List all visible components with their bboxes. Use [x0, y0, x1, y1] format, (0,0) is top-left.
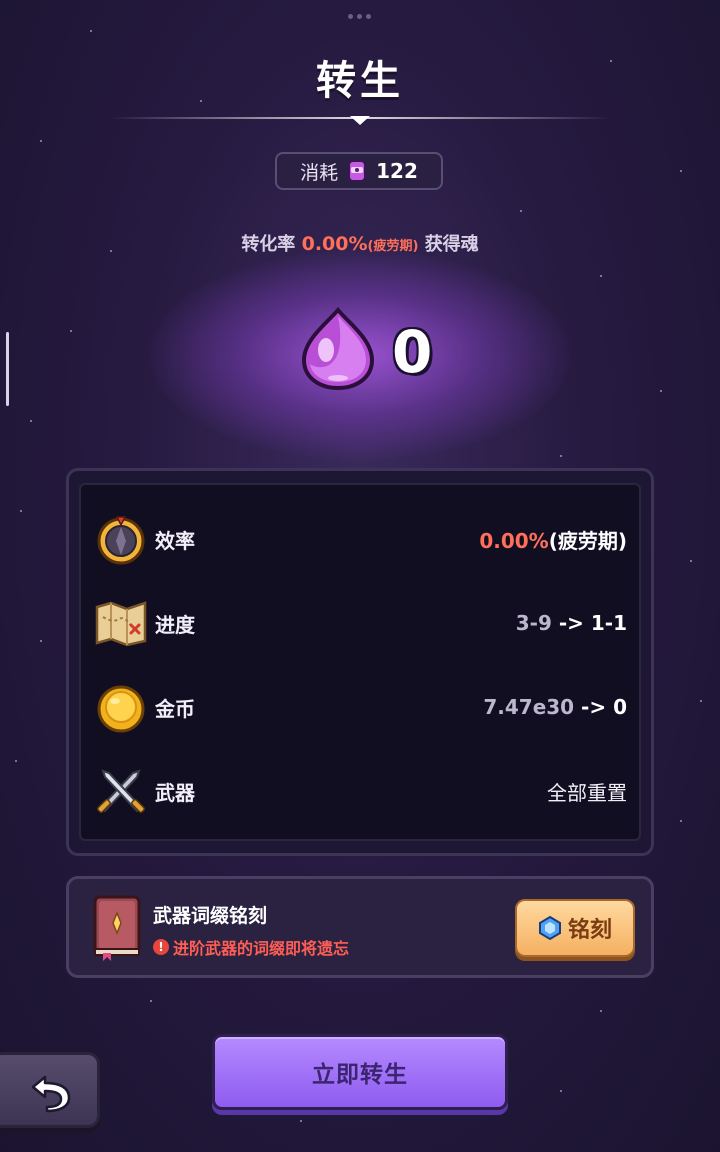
cost-value: 122: [376, 159, 418, 183]
stat-value-gold: 7.47e30 -> 0: [483, 695, 627, 719]
spell-book-icon: [89, 893, 145, 961]
engrave-button-label: 铭刻: [567, 918, 612, 943]
gold-coin-icon: [93, 679, 149, 735]
stat-row-efficiency: 效率 0.00%(疲劳期): [93, 509, 627, 569]
rate-prefix: 转化率: [241, 234, 296, 255]
title-divider-tip: [350, 116, 370, 125]
engrave-panel: 武器词缀铭刻 ! 进阶武器的词缀即将遗忘 铭刻: [66, 876, 654, 978]
rebirth-now-label: 立即转生: [312, 1062, 408, 1088]
rate-suffix: 获得魂: [424, 234, 479, 255]
page-title: 转生: [316, 58, 404, 104]
back-button[interactable]: [0, 1052, 100, 1128]
stat-label-efficiency: 效率: [155, 528, 195, 553]
engrave-warning: ! 进阶武器的词缀即将遗忘: [153, 935, 349, 959]
stat-value-weapon: 全部重置: [547, 780, 627, 805]
warning-icon: !: [153, 939, 169, 955]
cost-label: 消耗: [300, 161, 339, 184]
stat-label-gold: 金币: [155, 696, 195, 721]
stat-row-gold: 金币 7.47e30 -> 0: [93, 677, 627, 737]
soul-count: 0: [392, 318, 433, 386]
stat-value-efficiency: 0.00%(疲劳期): [479, 528, 627, 553]
undo-arrow-icon: [29, 1069, 73, 1113]
engrave-warning-text: 进阶武器的词缀即将遗忘: [173, 939, 350, 958]
rebirth-now-button[interactable]: 立即转生: [212, 1034, 508, 1110]
engrave-title: 武器词缀铭刻: [153, 905, 268, 927]
cost-pill: 消耗 122: [275, 152, 443, 190]
side-scroll-handle[interactable]: [6, 332, 9, 406]
drag-handle[interactable]: [348, 14, 372, 20]
treasure-map-icon: [93, 595, 149, 651]
blue-gem-icon: [538, 915, 562, 941]
stat-label-progress: 进度: [155, 612, 195, 637]
purple-soul-drop-icon: [298, 306, 378, 392]
engrave-button[interactable]: 铭刻: [515, 899, 635, 957]
compass-icon: [93, 511, 149, 567]
stat-row-progress: 进度 3-9 -> 1-1: [93, 593, 627, 653]
stat-label-weapon: 武器: [155, 780, 195, 805]
stat-value-progress: 3-9 -> 1-1: [515, 611, 627, 635]
crossed-swords-icon: [93, 763, 149, 819]
soul-scroll-icon: [346, 158, 368, 184]
stats-panel: 效率 0.00%(疲劳期) 进度 3-9 -> 1-1 金币 7.47e30 -…: [66, 468, 654, 856]
stat-row-weapon: 武器 全部重置: [93, 761, 627, 821]
